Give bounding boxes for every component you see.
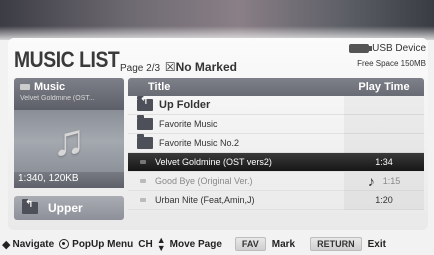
fav-key[interactable]: FAV — [234, 237, 266, 251]
up-folder-icon — [22, 199, 38, 214]
row-title: Velvet Goldmine (OST vers2) — [155, 157, 272, 167]
file-icon — [140, 179, 146, 183]
music-note-icon: ♫ — [52, 116, 86, 165]
page-title: MUSIC LIST — [14, 47, 120, 72]
row-title: Up Folder — [159, 99, 211, 111]
file-info: 1:340, 120KB — [14, 172, 124, 188]
row-title: Good Bye (Original Ver.) — [155, 176, 253, 186]
table-row-folder[interactable]: Favorite Music No.2 — [128, 133, 424, 153]
return-key[interactable]: RETURN — [310, 237, 362, 251]
help-navigate: Navigate — [12, 238, 55, 250]
sidebar: Music Velvet Goldmine (OST... ♫ 1:340, 1… — [14, 78, 124, 224]
marked-label: No Marked — [175, 60, 237, 74]
table-row-file[interactable]: Good Bye (Original Ver.) ♪ 1:15 — [128, 171, 424, 191]
table-row-up-folder[interactable]: Up Folder — [128, 95, 424, 115]
table-row-selected[interactable]: Velvet Goldmine (OST vers2) 1:34 — [128, 153, 424, 172]
row-time — [344, 114, 424, 134]
row-time — [344, 133, 424, 153]
album-art: ♫ — [14, 110, 124, 172]
file-icon — [140, 160, 146, 164]
category-header: Music Velvet Goldmine (OST... — [14, 78, 124, 110]
music-category-icon — [20, 84, 30, 90]
help-ch: CH — [138, 238, 153, 250]
table-row-file[interactable]: Urban Nite (Feat,Amin,J) 1:20 — [128, 190, 424, 210]
row-title: Urban Nite (Feat,Amin,J) — [155, 195, 255, 205]
col-play-time: Play Time — [358, 81, 410, 93]
nav-arrows-icon: ◆ — [2, 238, 11, 251]
help-bar: ◆ Navigate PopUp Menu CH ▲ ▼ Move Page FAV Ma… — [0, 234, 434, 254]
now-playing-title: Velvet Goldmine (OST... — [20, 95, 95, 102]
marked-status: ☒No Marked — [165, 60, 237, 74]
folder-icon — [137, 115, 153, 130]
help-exit: Exit — [367, 238, 386, 250]
row-time — [344, 95, 424, 115]
page-number: Page 2/3 — [120, 63, 161, 74]
device-label: USB Device — [372, 43, 426, 54]
free-space: Free Space 150MB — [357, 59, 426, 68]
row-time: 1:34 — [375, 157, 393, 167]
usb-icon — [349, 44, 373, 53]
table-row-folder[interactable]: Favorite Music — [128, 114, 424, 134]
table-header: Title Play Time — [128, 78, 424, 96]
row-title: Favorite Music No.2 — [159, 138, 240, 148]
device-info: USB Device Free Space 150MB — [349, 43, 426, 68]
file-icon — [140, 198, 146, 202]
row-time: 1:15 — [382, 176, 401, 186]
up-folder-icon — [137, 96, 153, 111]
ok-icon — [59, 239, 70, 249]
page-info: Page 2/3 ☒No Marked — [120, 60, 237, 74]
help-move-page: Move Page — [169, 238, 222, 250]
upper-button[interactable]: Upper — [14, 196, 124, 220]
top-backdrop — [0, 0, 434, 40]
row-time-cell: ♪ 1:15 — [344, 171, 424, 191]
ch-updown-icon: ▲ ▼ — [156, 235, 166, 253]
help-popup: PopUp Menu — [72, 238, 134, 250]
playing-note-icon: ♪ — [367, 173, 375, 189]
marked-checkbox-icon: ☒ — [164, 60, 176, 74]
file-table: Title Play Time Up Folder Favorite Music… — [128, 78, 424, 224]
row-time: 1:20 — [344, 190, 424, 210]
folder-icon — [137, 134, 153, 149]
category-label: Music — [34, 81, 66, 93]
row-title: Favorite Music — [159, 119, 218, 129]
col-title: Title — [148, 81, 171, 93]
help-mark: Mark — [271, 238, 296, 250]
upper-label: Upper — [48, 201, 83, 215]
